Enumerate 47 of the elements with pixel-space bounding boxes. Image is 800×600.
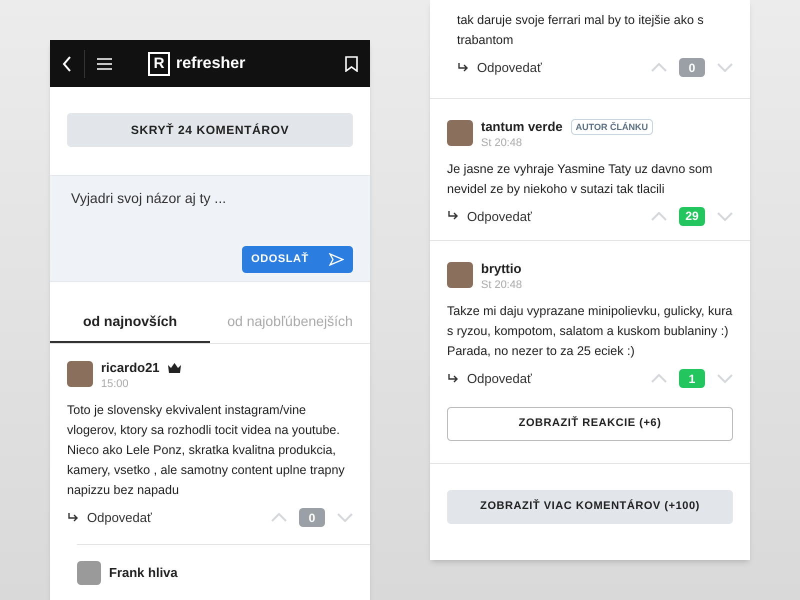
reply-link[interactable]: Odpovedať xyxy=(477,58,542,78)
avatar-photo-placeholder xyxy=(447,120,473,146)
comment-text: Takze mi daju vyprazane minipolievku, gulicky, kura s ryzou, kompotom, salatom a kuskom bublaniny :) Parada, no nezer to za 25 eciek :) xyxy=(447,303,733,360)
reply-link[interactable]: Odpovedať xyxy=(467,206,532,226)
avatar-photo-placeholder xyxy=(447,262,473,288)
send-button[interactable]: ODOSLAŤ xyxy=(242,246,353,273)
back-chevron-icon[interactable] xyxy=(62,56,72,72)
logo-text: refresher xyxy=(176,54,246,74)
reply-arrow-icon xyxy=(457,62,469,74)
author-badge: AUTOR ČLÁNKU xyxy=(570,118,653,134)
logo-mark: R xyxy=(148,52,170,76)
downvote-chevron-icon[interactable] xyxy=(717,212,733,221)
sort-tab[interactable]: od najnovších xyxy=(50,302,210,343)
menu-icon[interactable] xyxy=(97,58,112,70)
downvote-chevron-icon[interactable] xyxy=(337,513,353,522)
vote-score: 0 xyxy=(299,508,325,528)
comment-text: tak daruje svoje ferrari mal by to itejšie ako s trabantom xyxy=(456,12,705,49)
upvote-chevron-icon[interactable] xyxy=(271,513,287,522)
comment-text: Je jasne ze vyhraje Yasmine Taty uz davno som nevidel ze by niekoho v sutazi tak tlacili xyxy=(447,160,714,198)
vote-score: 0 xyxy=(679,58,705,78)
avatar-photo-placeholder xyxy=(67,361,93,387)
show-reactions-button[interactable]: ZOBRAZIŤ REAKCIE (+6) xyxy=(447,406,733,440)
comment-author[interactable]: tantum verde xyxy=(481,118,563,134)
upvote-chevron-icon[interactable] xyxy=(651,63,667,72)
comment-time: St 20:48 xyxy=(481,136,523,150)
comment-author[interactable]: bryttio xyxy=(481,261,522,277)
comment-author[interactable]: Frank hliva xyxy=(109,562,178,582)
reply-link[interactable]: Odpovedať xyxy=(467,369,532,388)
comment-time: St 20:48 xyxy=(481,278,522,293)
reply-link[interactable]: Odpovedať xyxy=(87,508,152,528)
comment-time: 15:00 xyxy=(101,377,130,392)
reply-arrow-icon xyxy=(67,512,79,524)
vote-score: 1 xyxy=(679,369,705,388)
upvote-chevron-icon[interactable] xyxy=(651,212,667,221)
upvote-chevron-icon[interactable] xyxy=(651,374,667,384)
hide-comments-button[interactable]: SKRYŤ 24 KOMENTÁROV xyxy=(67,113,353,147)
avatar-photo-placeholder xyxy=(77,560,101,584)
vote-score: 29 xyxy=(679,206,705,226)
send-icon xyxy=(328,253,344,266)
comment-text: Toto je slovensky ekvivalent instagram/vine vlogerov, ktory sa rozhodli tocit videa na youtube. Nieco ako Lele Ponz, skratka kvalitna produkcia, kamery, vsetko , ale samotny content uplne trapny napizzu bez napadu xyxy=(67,402,346,499)
downvote-chevron-icon[interactable] xyxy=(717,374,733,384)
reply-arrow-icon xyxy=(447,372,459,385)
downvote-chevron-icon[interactable] xyxy=(717,63,733,72)
show-more-comments-button[interactable]: ZOBRAZIŤ VIAC KOMENTÁROV (+100) xyxy=(447,490,733,524)
comment-input[interactable]: Vyjadri svoj názor aj ty ... xyxy=(67,188,353,209)
bookmark-icon[interactable] xyxy=(345,56,358,72)
comment-author[interactable]: ricardo21 xyxy=(101,360,160,376)
